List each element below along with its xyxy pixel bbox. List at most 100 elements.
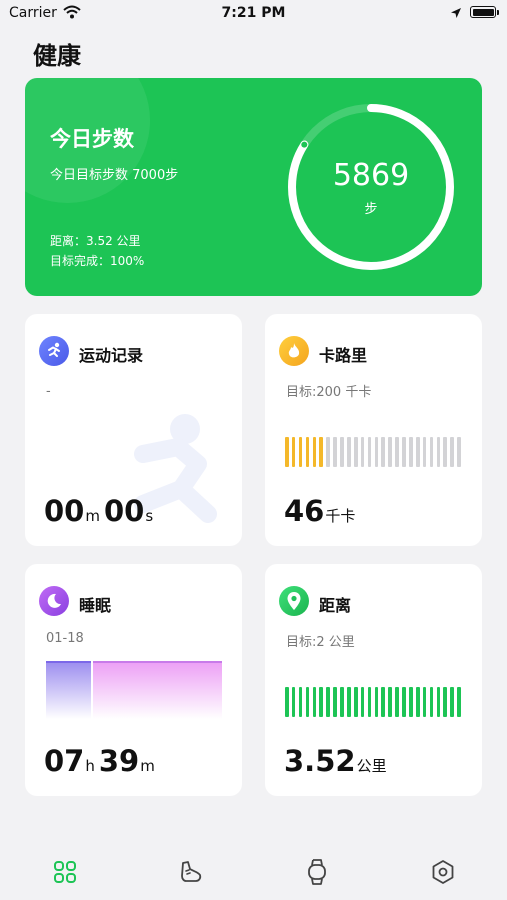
location-pin-icon <box>279 586 309 616</box>
calorie-bar-segment <box>326 437 330 467</box>
sleep-title: 睡眠 <box>79 596 112 615</box>
distance-bar-segment <box>443 687 448 717</box>
distance-title: 距离 <box>319 596 352 615</box>
flame-icon <box>279 336 309 366</box>
distance-bar-segment <box>319 687 324 717</box>
calorie-bar-segment <box>367 437 372 467</box>
distance-amount: 3.52公里 <box>284 744 391 778</box>
exercise-card[interactable]: 运动记录 - 00m 00s <box>25 314 242 546</box>
exercise-subtitle: - <box>46 384 51 399</box>
distance-card[interactable]: 距离 目标:2 公里 3.52公里 <box>265 564 482 796</box>
calorie-bar-segment <box>291 437 296 467</box>
distance-text: 距离：3.52 公里 <box>50 234 141 248</box>
tab-settings[interactable] <box>426 857 460 887</box>
calorie-unit: 千卡 <box>325 507 356 525</box>
completion-text: 目标完成：100% <box>50 254 145 268</box>
calorie-bar-segment <box>353 437 358 467</box>
tab-home[interactable] <box>48 857 82 887</box>
distance-bar-segment <box>415 687 420 717</box>
calorie-card[interactable]: 卡路里 目标:200 千卡 46千卡 <box>265 314 482 546</box>
sleep-hours: 07 <box>44 744 85 778</box>
calorie-bar-segment <box>443 437 448 467</box>
page-title: 健康 <box>33 42 81 70</box>
battery-tip <box>497 10 499 15</box>
distance-bar-segment <box>340 687 344 717</box>
tab-device[interactable] <box>300 857 334 887</box>
sleep-duration: 07h 39m <box>44 744 159 778</box>
distance-bar-segment <box>429 687 434 717</box>
distance-bar-segment <box>333 687 337 717</box>
hexagon-settings-icon <box>432 860 454 884</box>
distance-value: 3.52 <box>284 744 356 778</box>
calorie-bar-segment <box>402 437 406 467</box>
tab-sport[interactable] <box>173 857 207 887</box>
calorie-value: 46 <box>284 494 325 528</box>
calorie-bar-segment <box>436 437 441 467</box>
distance-bar-segment <box>409 687 413 717</box>
shoe-icon <box>181 861 202 882</box>
sleep-minutes-unit: m <box>140 757 155 775</box>
sleep-stage-chart <box>46 661 222 719</box>
calorie-bar-segment <box>422 437 427 467</box>
distance-bar-segment <box>347 687 351 717</box>
calorie-bar-segment <box>347 437 351 467</box>
distance-bar-segment <box>450 687 454 717</box>
distance-bar-segment <box>367 687 372 717</box>
distance-bar-segment <box>291 687 296 717</box>
moon-icon <box>39 586 69 616</box>
steps-card[interactable]: 今日步数 今日目标步数 7000步 距离：3.52 公里 目标完成：100% 5… <box>25 78 482 296</box>
distance-bar-segment <box>305 687 310 717</box>
exercise-minutes: 00 <box>44 494 85 528</box>
clock-label: 7:21 PM <box>221 5 286 21</box>
distance-bar-segment <box>326 687 330 717</box>
steps-unit: 步 <box>364 202 378 217</box>
calorie-bar-segment <box>360 437 365 467</box>
distance-bar-segment <box>381 687 386 717</box>
deep-sleep-segment <box>46 661 91 719</box>
watch-icon <box>308 859 326 885</box>
calorie-bar-segment <box>340 437 344 467</box>
status-bar: Carrier 7:21 PM <box>0 0 507 28</box>
tab-bar <box>0 845 507 900</box>
distance-bar-segment <box>285 687 289 717</box>
sleep-date: 01-18 <box>46 631 84 646</box>
calorie-bar-segment <box>333 437 337 467</box>
calorie-bar-segment <box>312 437 317 467</box>
distance-bar-segment <box>402 687 406 717</box>
calorie-bar-segment <box>395 437 399 467</box>
running-icon <box>39 336 69 366</box>
calorie-bar-segment <box>409 437 413 467</box>
calorie-bar-segment <box>388 437 392 467</box>
sleep-card[interactable]: 睡眠 01-18 07h 39m <box>25 564 242 796</box>
location-arrow-icon <box>451 8 461 18</box>
distance-bar-segment <box>457 687 461 717</box>
distance-goal: 目标:2 公里 <box>286 635 355 650</box>
sleep-hours-unit: h <box>85 757 95 775</box>
exercise-seconds-unit: s <box>145 507 154 525</box>
distance-bar-segment <box>388 687 392 717</box>
steps-title: 今日步数 <box>50 127 134 151</box>
distance-bar-segment <box>298 687 303 717</box>
exercise-minutes-unit: m <box>85 507 100 525</box>
calorie-bar-segment <box>285 437 289 467</box>
distance-bar-segment <box>360 687 365 717</box>
light-sleep-segment <box>93 661 222 719</box>
calorie-bar-segment <box>381 437 386 467</box>
steps-progress-dot <box>301 141 308 148</box>
steps-goal-text: 今日目标步数 7000步 <box>50 168 179 183</box>
grid-icon <box>54 861 76 883</box>
calorie-bar-segment <box>305 437 310 467</box>
distance-bar-segment <box>395 687 399 717</box>
calorie-bar-segment <box>457 437 461 467</box>
sleep-minutes: 39 <box>98 744 140 778</box>
battery-icon <box>470 6 496 18</box>
distance-unit: 公里 <box>356 757 387 775</box>
calorie-bar-segment <box>319 437 324 467</box>
calorie-goal: 目标:200 千卡 <box>286 385 372 400</box>
calorie-bar-segment <box>450 437 454 467</box>
calorie-bar-segment <box>298 437 303 467</box>
calorie-bar-segment <box>415 437 420 467</box>
distance-bar-segment <box>436 687 441 717</box>
distance-bar-segment <box>312 687 317 717</box>
distance-progress-bars <box>285 687 461 717</box>
